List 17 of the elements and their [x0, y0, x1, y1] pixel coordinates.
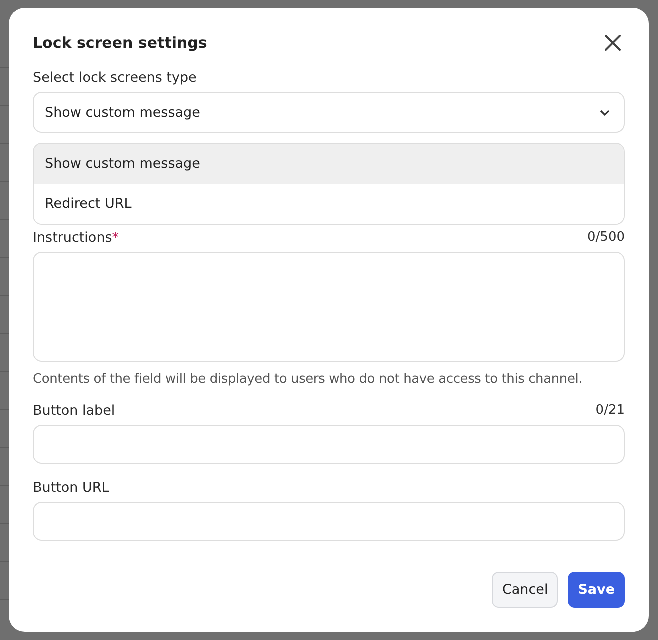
- character-counter: 0/21: [596, 403, 625, 419]
- field-label: Button URL: [33, 480, 110, 496]
- close-icon[interactable]: [605, 35, 621, 51]
- field-label: Select lock screens type: [33, 70, 198, 86]
- input-field[interactable]: [33, 502, 625, 541]
- save-button[interactable]: Save: [568, 572, 625, 608]
- type-select[interactable]: Show custom message: [33, 92, 625, 133]
- chevron-icon: [600, 110, 610, 116]
- character-counter: 0/500: [588, 230, 625, 246]
- instructions-field[interactable]: [33, 252, 625, 362]
- field-label: Button label: [33, 403, 116, 419]
- dialog-title: Lock screen settings: [33, 34, 208, 52]
- field-label: Instructions*: [33, 230, 120, 246]
- dropdown-option[interactable]: Show custom message: [34, 144, 624, 184]
- cancel-button[interactable]: Cancel: [492, 572, 558, 608]
- input-field[interactable]: [33, 425, 625, 464]
- help-text: Contents of the field will be displayed to users who do not have access to this channel.: [33, 372, 584, 387]
